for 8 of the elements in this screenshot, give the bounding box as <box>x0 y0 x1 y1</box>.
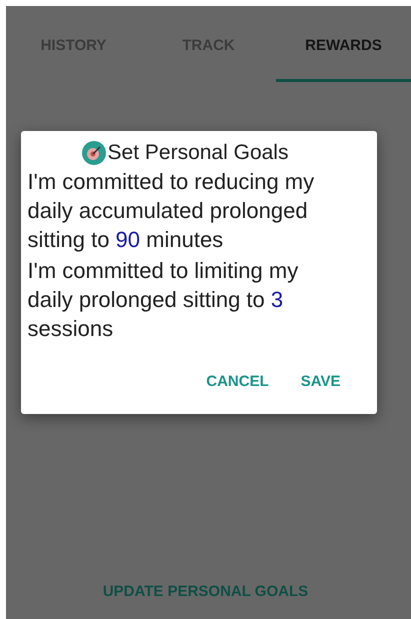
dialog-title: Set Personal Goals <box>108 141 288 165</box>
cancel-button[interactable]: CANCEL <box>200 369 275 394</box>
tab[interactable]: REWARDS <box>276 6 411 82</box>
goal-statement: I'm committed to limiting my daily prolonged sitting to 3 sessions <box>28 257 300 343</box>
goal-statement: I'm committed to reducing my daily accumulated prolonged sitting to 90 minutes <box>28 168 316 254</box>
target-icon <box>82 141 106 165</box>
save-button[interactable]: SAVE <box>294 369 346 394</box>
update-goals-button[interactable]: UPDATE PERSONAL GOALS <box>96 582 314 601</box>
